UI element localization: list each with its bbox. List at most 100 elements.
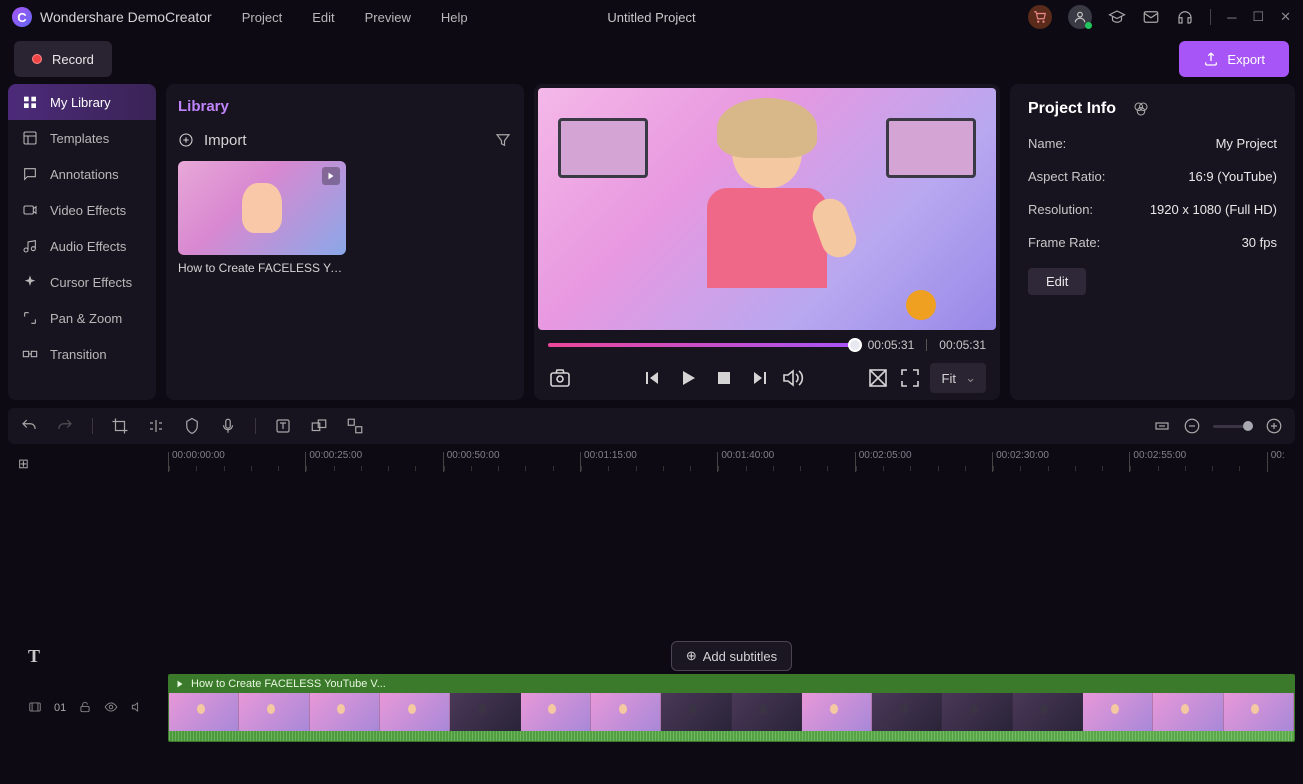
menu-help[interactable]: Help [441, 10, 468, 25]
record-label: Record [52, 52, 94, 67]
video-effects-icon [22, 202, 38, 218]
fullscreen-button[interactable] [898, 366, 922, 390]
sidebar-label: Templates [50, 131, 109, 146]
split-button[interactable] [147, 417, 165, 435]
app-logo-icon: C [12, 7, 32, 27]
transition-icon [22, 346, 38, 362]
zoom-in-button[interactable] [1265, 417, 1283, 435]
mail-icon[interactable] [1142, 8, 1160, 26]
text-button[interactable] [274, 417, 292, 435]
volume-button[interactable] [780, 366, 804, 390]
info-title: Project Info [1028, 100, 1116, 118]
video-clip[interactable]: How to Create FACELESS YouTube V... [168, 674, 1295, 742]
academy-icon[interactable] [1108, 8, 1126, 26]
sidebar-item-transition[interactable]: Transition [8, 336, 156, 372]
video-track: 01 How to Create FACELESS YouTube V... [8, 674, 1295, 742]
annotations-icon [22, 166, 38, 182]
clip-title: How to Create FACELESS YouTube V... [191, 678, 386, 690]
stop-button[interactable] [712, 366, 736, 390]
menu-edit[interactable]: Edit [312, 10, 334, 25]
sidebar-label: Transition [50, 347, 107, 362]
sidebar-item-annotations[interactable]: Annotations [8, 156, 156, 192]
thumbnail-image [178, 161, 346, 255]
sidebar-label: My Library [50, 95, 111, 110]
next-frame-button[interactable] [748, 366, 772, 390]
headset-icon[interactable] [1176, 8, 1194, 26]
record-button[interactable]: Record [14, 41, 112, 77]
group-button[interactable] [310, 417, 328, 435]
crop-button[interactable] [111, 417, 129, 435]
media-thumbnail[interactable]: How to Create FACELESS YouT... [178, 161, 346, 275]
scrubber[interactable]: 00:05:31 00:05:31 [534, 334, 1000, 356]
sidebar-item-cursor-effects[interactable]: Cursor Effects [8, 264, 156, 300]
add-track-button[interactable]: ⊞ [18, 456, 29, 472]
sidebar-label: Audio Effects [50, 239, 126, 254]
close-button[interactable]: ✕ [1280, 9, 1291, 25]
name-value: My Project [1216, 136, 1277, 151]
project-info-panel: Project Info Name: My Project Aspect Rati… [1010, 84, 1295, 400]
safe-zone-button[interactable] [866, 366, 890, 390]
zoom-out-button[interactable] [1183, 417, 1201, 435]
sidebar-item-pan-zoom[interactable]: Pan & Zoom [8, 300, 156, 336]
voiceover-button[interactable] [219, 417, 237, 435]
menu-project[interactable]: Project [242, 10, 282, 25]
track-type-icon [28, 700, 42, 717]
sidebar-item-my-library[interactable]: My Library [8, 84, 156, 120]
timeline-toolbar [8, 408, 1295, 444]
plus-icon: ⊕ [686, 648, 697, 664]
mute-track-button[interactable] [130, 700, 144, 717]
titlebar: C Wondershare DemoCreator Project Edit P… [0, 0, 1303, 34]
empty-track-area[interactable] [8, 482, 1295, 638]
zoom-slider[interactable] [1213, 425, 1253, 428]
play-button[interactable] [676, 366, 700, 390]
video-preview[interactable] [538, 88, 996, 330]
app-title: Wondershare DemoCreator [40, 9, 212, 25]
pan-zoom-icon [22, 310, 38, 326]
import-button[interactable]: Import [178, 132, 247, 149]
sidebar-item-audio-effects[interactable]: Audio Effects [8, 228, 156, 264]
visibility-track-button[interactable] [104, 700, 118, 717]
sidebar-label: Video Effects [50, 203, 126, 218]
library-icon [22, 94, 38, 110]
name-label: Name: [1028, 136, 1066, 151]
scrub-handle[interactable] [848, 338, 862, 352]
sidebar-item-video-effects[interactable]: Video Effects [8, 192, 156, 228]
snapshot-button[interactable] [548, 366, 572, 390]
audio-effects-icon [22, 238, 38, 254]
sidebar-label: Pan & Zoom [50, 311, 122, 326]
sidebar-label: Cursor Effects [50, 275, 132, 290]
maximize-button[interactable]: ☐ [1252, 9, 1264, 25]
import-label: Import [204, 132, 247, 149]
color-icon[interactable] [1132, 100, 1150, 118]
total-time: 00:05:31 [939, 338, 986, 352]
edit-button[interactable]: Edit [1028, 268, 1086, 295]
user-icon[interactable] [1068, 5, 1092, 29]
lock-track-button[interactable] [78, 700, 92, 717]
add-subtitles-button[interactable]: ⊕ Add subtitles [671, 641, 792, 671]
minimize-button[interactable]: ─ [1227, 10, 1236, 25]
menu-preview[interactable]: Preview [365, 10, 411, 25]
export-button[interactable]: Export [1179, 41, 1289, 77]
filter-icon[interactable] [494, 131, 512, 149]
play-overlay-icon [322, 167, 340, 185]
fit-select[interactable]: Fit [930, 363, 986, 393]
undo-button[interactable] [20, 417, 38, 435]
resolution-value: 1920 x 1080 (Full HD) [1150, 202, 1277, 217]
fit-timeline-button[interactable] [1153, 417, 1171, 435]
cart-icon[interactable] [1028, 5, 1052, 29]
scrub-track[interactable] [548, 343, 856, 347]
cursor-effects-icon [22, 274, 38, 290]
timeline-tracks: T ⊕ Add subtitles 01 How to Create FACEL… [8, 482, 1295, 742]
ungroup-button[interactable] [346, 417, 364, 435]
redo-button[interactable] [56, 417, 74, 435]
library-header: Library [178, 94, 512, 125]
marker-button[interactable] [183, 417, 201, 435]
templates-icon [22, 130, 38, 146]
sidebar-item-templates[interactable]: Templates [8, 120, 156, 156]
record-dot-icon [32, 54, 42, 64]
aspect-label: Aspect Ratio: [1028, 169, 1105, 184]
timeline-ruler[interactable]: ⊞ 00:00:00:00 00:00:25:00 00:00:50:00 00… [8, 452, 1295, 482]
prev-frame-button[interactable] [640, 366, 664, 390]
current-time: 00:05:31 [868, 338, 915, 352]
toolbar: Record Export [0, 34, 1303, 84]
